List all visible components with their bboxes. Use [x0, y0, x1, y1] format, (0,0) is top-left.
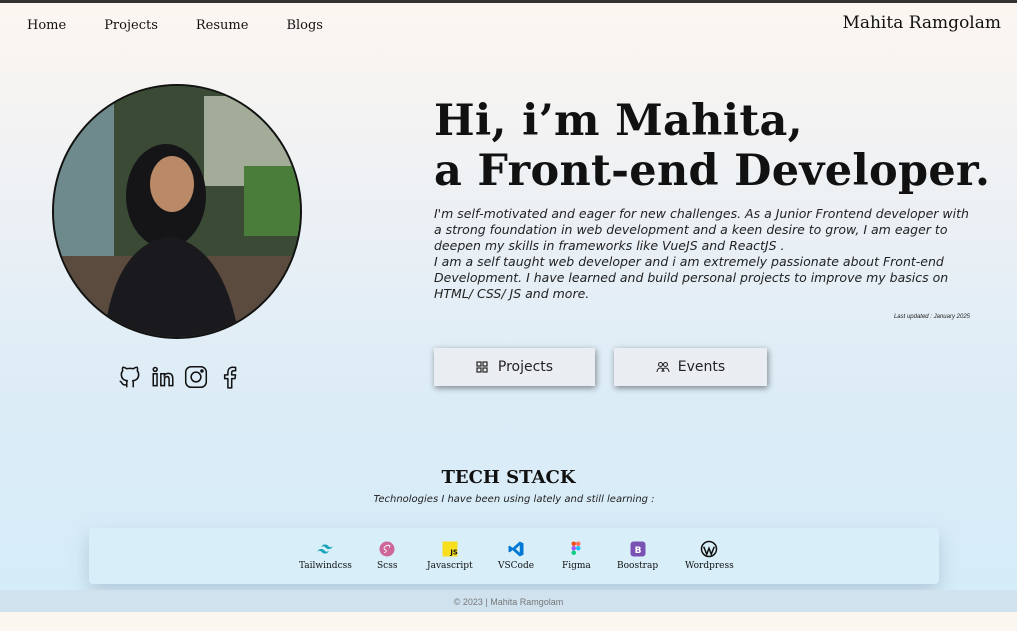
vscode-icon — [508, 541, 524, 557]
tech-label-tailwindcss: Tailwindcss — [299, 561, 352, 571]
hero-paragraph-1: I'm self-motivated and eager for new cha… — [434, 206, 969, 253]
wordpress-icon — [701, 540, 718, 558]
grid-icon — [476, 361, 488, 373]
profile-photo — [52, 84, 302, 339]
linkedin-icon[interactable] — [150, 364, 176, 390]
tech-item-scss: Scss — [377, 540, 397, 571]
instagram-icon[interactable] — [183, 364, 209, 390]
hero-paragraph-2: I am a self taught web developer and i a… — [434, 254, 949, 301]
bootstrap-icon: B — [630, 541, 646, 557]
nav-blogs[interactable]: Blogs — [286, 18, 323, 33]
footer: © 2023 | Mahita Ramgolam — [0, 590, 1017, 612]
tech-item-tailwindcss: Tailwindcss — [299, 540, 352, 571]
tech-label-figma: Figma — [562, 561, 591, 571]
tech-item-javascript: JS Javascript — [427, 540, 473, 571]
tech-label-javascript: Javascript — [427, 561, 473, 571]
hero-title-line1: Hi, i’m Mahita, — [434, 96, 803, 146]
hero-title-line2: a Front-end Developer. — [434, 146, 991, 196]
last-updated-note: Last updated : January 2025 — [893, 314, 970, 320]
nav-home[interactable]: Home — [27, 18, 66, 33]
footer-copyright: © 2023 | Mahita Ramgolam — [453, 597, 564, 607]
svg-text:JS: JS — [449, 548, 458, 556]
svg-text:B: B — [634, 546, 641, 556]
hero-description: I'm self-motivated and eager for new cha… — [434, 206, 969, 302]
github-icon[interactable] — [117, 364, 143, 390]
tailwindcss-icon — [317, 544, 333, 554]
tech-item-vscode: VSCode — [498, 540, 534, 571]
nav-resume[interactable]: Resume — [196, 18, 249, 33]
javascript-icon: JS — [442, 541, 458, 557]
hero-heading: Hi, i’m Mahita, a Front-end Developer. — [434, 96, 990, 196]
social-links — [117, 364, 242, 390]
site-brand[interactable]: Mahita Ramgolam — [842, 13, 1001, 33]
tech-item-bootstrap: B Boostrap — [617, 540, 658, 571]
tech-item-wordpress: Wordpress — [685, 540, 734, 571]
people-icon — [656, 361, 670, 373]
tech-stack-subtitle: Technologies I have been using lately an… — [373, 494, 655, 505]
events-button[interactable]: Events — [614, 348, 767, 386]
tech-label-vscode: VSCode — [498, 561, 535, 571]
tech-label-bootstrap: Boostrap — [617, 561, 659, 571]
events-button-label: Events — [677, 359, 726, 375]
projects-button[interactable]: Projects — [434, 348, 595, 386]
scss-icon — [379, 541, 395, 557]
main-nav: Home Projects Resume Blogs — [27, 18, 361, 33]
tech-label-wordpress: Wordpress — [685, 561, 734, 571]
tech-stack-title: TECH STACK — [441, 467, 576, 488]
facebook-icon[interactable] — [216, 364, 242, 390]
projects-button-label: Projects — [497, 359, 554, 375]
bottom-strip — [0, 612, 1017, 631]
tech-label-scss: Scss — [377, 561, 398, 571]
tech-item-figma: Figma — [562, 540, 591, 571]
figma-icon — [571, 541, 581, 555]
nav-projects[interactable]: Projects — [104, 18, 158, 33]
